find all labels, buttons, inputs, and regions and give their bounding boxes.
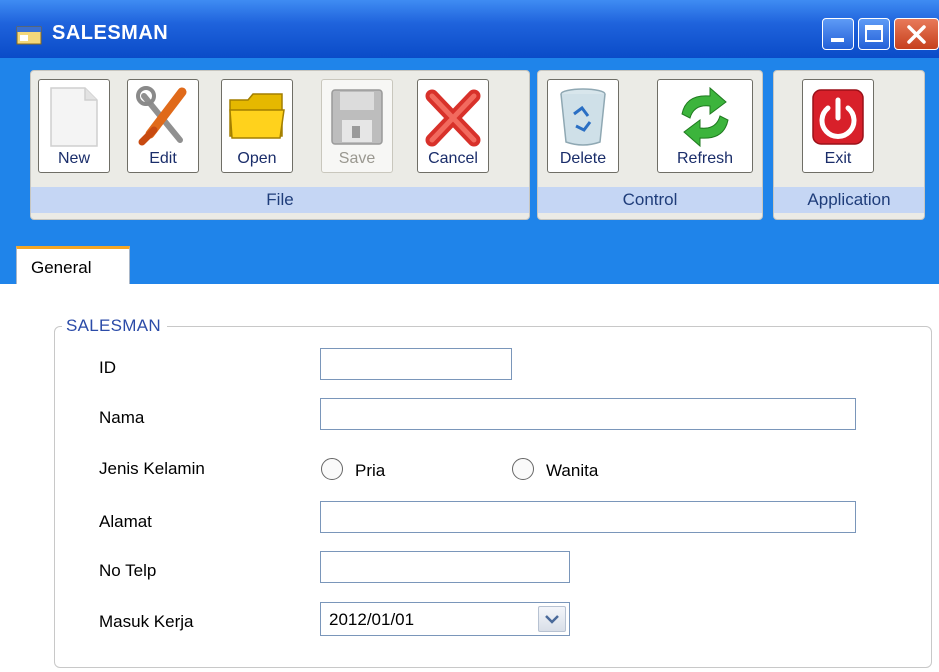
floppy-disk-icon — [331, 89, 383, 145]
chevron-down-icon — [545, 615, 559, 624]
open-button-label: Open — [237, 150, 277, 167]
edit-button-label: Edit — [149, 150, 177, 167]
refresh-arrows-icon — [681, 86, 729, 148]
application-group: Exit Application — [773, 70, 925, 220]
open-button[interactable]: Open — [221, 79, 293, 173]
folder-icon — [229, 93, 285, 139]
new-document-icon — [50, 87, 98, 147]
salesman-window: SALESMAN New Edit Open Save Cancel File … — [0, 0, 939, 672]
red-x-icon — [425, 89, 481, 147]
masuk-kerja-datepicker[interactable]: 2012/01/01 — [320, 602, 570, 636]
nama-input[interactable] — [320, 398, 856, 430]
save-button[interactable]: Save — [321, 79, 393, 173]
jenis-kelamin-label: Jenis Kelamin — [99, 459, 205, 478]
delete-button-label: Delete — [559, 150, 607, 167]
datepicker-dropdown-button[interactable] — [538, 606, 566, 632]
tab-strip: General — [0, 226, 939, 284]
recycle-bin-icon — [560, 88, 606, 146]
wanita-radio[interactable] — [512, 458, 534, 480]
new-button-label: New — [57, 150, 90, 167]
minimize-button[interactable] — [822, 18, 854, 50]
refresh-button[interactable]: Refresh — [657, 79, 753, 173]
window-title: SALESMAN — [52, 22, 169, 44]
file-group-label: File — [31, 187, 529, 213]
groupbox-legend: SALESMAN — [62, 316, 167, 336]
pria-radio[interactable] — [321, 458, 343, 480]
edit-button[interactable]: Edit — [127, 79, 199, 173]
app-window-icon — [16, 26, 42, 45]
power-icon — [812, 89, 864, 145]
control-group-label: Control — [538, 187, 762, 213]
minimize-icon — [831, 38, 844, 42]
alamat-label: Alamat — [99, 512, 152, 531]
exit-button-label: Exit — [824, 150, 852, 167]
masuk-kerja-label: Masuk Kerja — [99, 612, 194, 631]
wanita-radio-label[interactable]: Wanita — [546, 461, 598, 481]
id-input[interactable] — [320, 348, 512, 380]
new-button[interactable]: New — [38, 79, 110, 173]
file-group: New Edit Open Save Cancel File — [30, 70, 530, 220]
title-bar[interactable]: SALESMAN — [0, 0, 939, 58]
control-group: Delete Refresh Control — [537, 70, 763, 220]
delete-button[interactable]: Delete — [547, 79, 619, 173]
maximize-icon — [865, 25, 883, 42]
refresh-button-label: Refresh — [676, 150, 734, 167]
masuk-kerja-value: 2012/01/01 — [329, 610, 415, 629]
cancel-button[interactable]: Cancel — [417, 79, 489, 173]
general-tab-panel: SALESMAN ID Nama Jenis Kelamin Pria Wani… — [0, 284, 939, 672]
maximize-button[interactable] — [858, 18, 890, 50]
id-label: ID — [99, 358, 116, 377]
close-window-button[interactable] — [894, 18, 939, 50]
tab-general[interactable]: General — [16, 246, 130, 284]
alamat-input[interactable] — [320, 501, 856, 533]
toolbar-ribbon: New Edit Open Save Cancel File Delete Re… — [0, 58, 939, 226]
save-button-label: Save — [338, 150, 376, 167]
close-icon — [907, 25, 926, 44]
cancel-button-label: Cancel — [428, 150, 478, 167]
tools-icon — [136, 86, 187, 146]
exit-button[interactable]: Exit — [802, 79, 874, 173]
application-group-label: Application — [774, 187, 924, 213]
no-telp-label: No Telp — [99, 561, 157, 580]
pria-radio-label[interactable]: Pria — [355, 461, 385, 481]
no-telp-input[interactable] — [320, 551, 570, 583]
nama-label: Nama — [99, 408, 145, 427]
